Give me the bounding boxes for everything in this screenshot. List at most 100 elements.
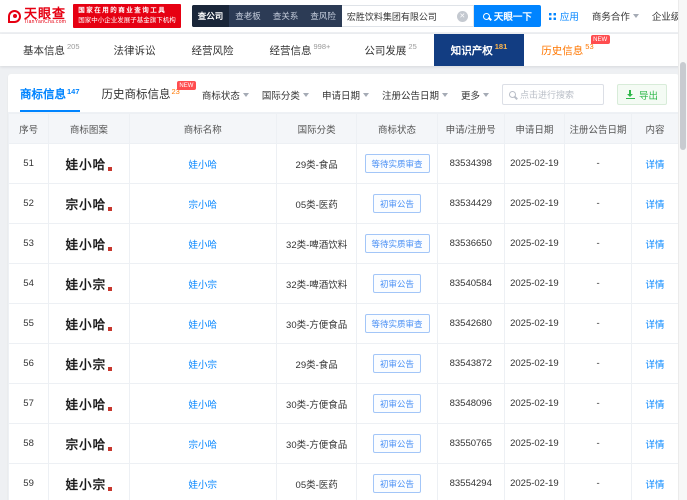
row-reg-no: 83534429 (436, 183, 505, 224)
status-badge: 初审公告 (373, 354, 422, 373)
slogan-line2: 国家中小企业发展子基金旗下机构 (78, 17, 176, 24)
export-button[interactable]: 导出 (616, 84, 667, 105)
subtab-trademark-info[interactable]: 商标信息147 (20, 86, 80, 112)
trademark-image[interactable]: 宗小哈 (66, 434, 113, 453)
subtab-count: 147 (67, 87, 80, 96)
detail-link[interactable]: 详情 (646, 320, 665, 331)
row-category: 32类-啤酒饮料 (275, 223, 358, 264)
trademark-name-link[interactable]: 娃小宗 (189, 280, 218, 291)
filter-intl-class[interactable]: 国际分类 (262, 88, 309, 102)
top-right-menu: 应用 商务合作 企业级产品 ◆ 开通会员 李建文 (547, 8, 687, 24)
main-tab-7[interactable]: 历史信息 53 NEW (524, 34, 610, 66)
filter-more[interactable]: 更多 (461, 88, 489, 102)
search-input[interactable] (346, 11, 457, 21)
trademark-table-body: 51 娃小哈 娃小哈 29类-食品 等待实质审查 83534398 2025-0… (8, 143, 679, 500)
table-row: 55 娃小哈 娃小哈 30类-方便食品 等待实质审查 83542680 2025… (8, 303, 679, 344)
page-scrollbar[interactable] (678, 0, 687, 500)
main-tab-3[interactable]: 经营风险 (175, 34, 253, 66)
tab-label: 经营风险 (191, 44, 234, 57)
row-pub-date: - (564, 383, 633, 424)
trademark-name-link[interactable]: 宗小哈 (189, 200, 218, 211)
seal-icon (108, 487, 113, 491)
detail-link[interactable]: 详情 (646, 160, 665, 171)
row-apply-date: 2025-02-19 (503, 223, 566, 264)
main-tab-5[interactable]: 公司发展 25 (347, 34, 433, 66)
trademark-name-link[interactable]: 娃小哈 (189, 160, 218, 171)
search-tab-boss[interactable]: 查老板 (229, 5, 267, 27)
trademark-image-text: 娃小宗 (65, 357, 107, 372)
scrollbar-thumb[interactable] (680, 62, 686, 150)
seal-icon (108, 327, 113, 331)
table-row: 57 娃小哈 娃小哈 30类-方便食品 初审公告 83548096 2025-0… (8, 383, 679, 424)
seal-icon (108, 407, 113, 411)
trademark-image[interactable]: 娃小哈 (66, 394, 113, 413)
trademark-image-text: 宗小哈 (65, 197, 107, 212)
trademark-image[interactable]: 娃小宗 (66, 274, 113, 293)
table-search-box[interactable] (501, 84, 604, 105)
section-header: 商标信息147 历史商标信息23 NEW 商标状态 国际分类 申请日期 注册公告… (8, 74, 679, 113)
col-header-content: 内容 (631, 113, 679, 144)
main-tab-6[interactable]: 知识产权 181 (433, 34, 525, 66)
seal-icon (108, 447, 113, 451)
trademark-image[interactable]: 娃小哈 (66, 154, 113, 173)
trademark-name-link[interactable]: 娃小哈 (189, 240, 218, 251)
search-tab-risk[interactable]: 查风险 (304, 5, 342, 27)
filter-publication-date[interactable]: 注册公告日期 (382, 88, 448, 102)
filter-label: 更多 (460, 90, 480, 102)
detail-link[interactable]: 详情 (646, 480, 665, 491)
detail-link[interactable]: 详情 (646, 280, 665, 291)
table-row: 53 娃小哈 娃小哈 32类-啤酒饮料 等待实质审查 83536650 2025… (8, 223, 679, 264)
detail-link[interactable]: 详情 (646, 440, 665, 451)
col-header-pub-date: 注册公告日期 (564, 113, 633, 144)
row-apply-date: 2025-02-19 (503, 463, 566, 500)
table-search-input[interactable] (519, 89, 597, 100)
tab-label: 法律诉讼 (113, 44, 156, 57)
row-seq: 57 (8, 383, 50, 424)
tab-count: 998+ (313, 41, 331, 51)
trademark-name-link[interactable]: 娃小哈 (189, 320, 218, 331)
tab-label: 历史信息 (541, 44, 584, 57)
chevron-down-icon (441, 92, 448, 97)
trademark-image[interactable]: 宗小哈 (66, 194, 113, 213)
row-category: 30类-方便食品 (275, 303, 358, 344)
row-category: 30类-方便食品 (275, 383, 358, 424)
apps-menu[interactable]: 应用 (547, 9, 579, 23)
row-reg-no: 83548096 (436, 383, 505, 424)
trademark-image[interactable]: 娃小宗 (66, 474, 113, 493)
row-pub-date: - (564, 143, 633, 184)
trademark-name-link[interactable]: 娃小宗 (189, 480, 218, 491)
search-tab-relation[interactable]: 查关系 (267, 5, 305, 27)
row-reg-no: 83534398 (436, 143, 505, 184)
filter-trademark-status[interactable]: 商标状态 (202, 88, 249, 102)
main-tab-2[interactable]: 法律诉讼 (97, 34, 175, 66)
filter-label: 申请日期 (321, 90, 360, 102)
row-apply-date: 2025-02-19 (503, 343, 566, 384)
search-button[interactable]: 天眼一下 (473, 5, 541, 27)
brand-slogan-banner: 国家在用的商业查询工具 国家中小企业发展子基金旗下机构 (73, 4, 181, 28)
detail-link[interactable]: 详情 (646, 200, 665, 211)
detail-link[interactable]: 详情 (646, 240, 665, 251)
business-cooperation-menu[interactable]: 商务合作 (592, 9, 639, 23)
trademark-name-link[interactable]: 娃小哈 (189, 400, 218, 411)
filter-apply-date[interactable]: 申请日期 (322, 88, 369, 102)
table-row: 51 娃小哈 娃小哈 29类-食品 等待实质审查 83534398 2025-0… (8, 143, 679, 184)
tianyancha-logo[interactable]: 天眼查 TianYanCha.com (8, 7, 66, 25)
detail-link[interactable]: 详情 (646, 400, 665, 411)
filter-bar: 商标状态 国际分类 申请日期 注册公告日期 更多 导出 (202, 84, 667, 112)
trademark-image[interactable]: 娃小宗 (66, 354, 113, 373)
search-tab-company[interactable]: 查公司 (191, 5, 230, 27)
main-tab-1[interactable]: 基本信息 205 (6, 34, 97, 66)
trademark-name-link[interactable]: 娃小宗 (189, 360, 218, 371)
col-header-image: 商标图案 (48, 113, 130, 144)
row-reg-no: 83543872 (436, 343, 505, 384)
clear-search-icon[interactable]: ✕ (456, 10, 468, 22)
trademark-image[interactable]: 娃小哈 (66, 314, 113, 333)
row-reg-no: 83536650 (436, 223, 505, 264)
detail-link[interactable]: 详情 (646, 360, 665, 371)
col-header-apply-date: 申请日期 (503, 113, 566, 144)
filter-label: 注册公告日期 (381, 90, 439, 102)
trademark-name-link[interactable]: 宗小哈 (189, 440, 218, 451)
trademark-image[interactable]: 娃小哈 (66, 234, 113, 253)
subtab-history-trademark-info[interactable]: 历史商标信息23 NEW (102, 81, 196, 112)
main-tab-4[interactable]: 经营信息 998+ (253, 34, 348, 66)
